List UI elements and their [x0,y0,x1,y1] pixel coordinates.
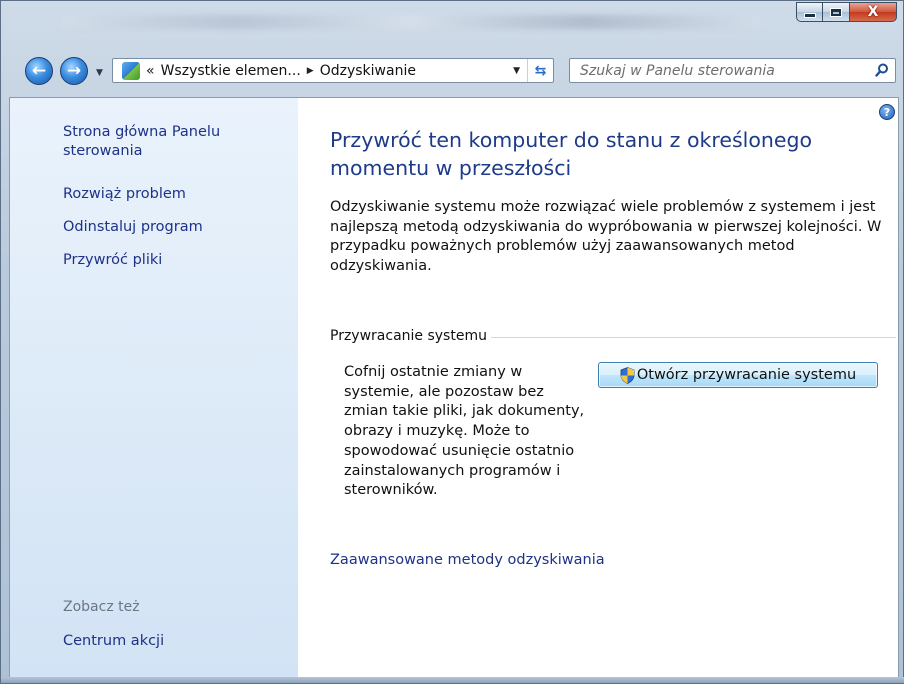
open-system-restore-label: Otwórz przywracanie systemu [636,367,857,383]
breadcrumb-recovery[interactable]: Odzyskiwanie [320,63,416,79]
see-also-label: Zobacz też [63,599,140,615]
caption-buttons: X [796,2,897,22]
minimize-button[interactable] [796,2,823,22]
help-icon[interactable]: ? [879,104,895,120]
page-title: Przywróć ten komputer do stanu z określo… [330,128,813,180]
window-frame: X ← → ▼ « Wszystkie elemen... ▶ Odzyskiw… [0,0,904,684]
group-divider [490,336,896,338]
refresh-button[interactable]: ⇆ [527,59,553,82]
sidebar: Strona główna Panelu sterowania Rozwiąż … [10,98,298,678]
system-restore-description: Cofnij ostatnie zmiany w systemie, ale p… [344,364,585,499]
search-input[interactable] [570,62,860,79]
title-bar[interactable]: X [1,1,904,45]
sidebar-home-link[interactable]: Strona główna Panelu sterowania [63,123,263,161]
address-dropdown-icon[interactable]: ▼ [513,66,520,76]
close-icon: X [867,4,879,20]
search-box[interactable] [569,58,896,83]
maximize-icon [830,7,842,17]
back-arrow-icon: ← [31,61,47,81]
breadcrumb-overflow[interactable]: « [146,63,155,79]
close-button[interactable]: X [850,2,897,22]
refresh-icon: ⇆ [534,62,547,79]
forward-button[interactable]: → [60,57,88,85]
group-title: Przywracanie systemu [330,328,487,344]
minimize-icon [803,13,816,18]
breadcrumb-all-items[interactable]: Wszystkie elemen... [161,63,301,79]
search-icon[interactable] [875,63,889,77]
maximize-button[interactable] [823,2,850,22]
uac-shield-icon [620,366,635,384]
forward-arrow-icon: → [66,61,82,81]
advanced-recovery-link[interactable]: Zaawansowane metody odzyskiwania [330,552,605,568]
system-restore-group-header: Przywracanie systemu [330,326,896,346]
navigation-bar: ← → ▼ « Wszystkie elemen... ▶ Odzyskiwan… [1,53,904,91]
control-panel-icon [122,61,140,80]
address-bar[interactable]: « Wszystkie elemen... ▶ Odzyskiwanie ▼ ⇆ [112,58,554,83]
sidebar-item-action-center[interactable]: Centrum akcji [63,632,164,651]
sidebar-item-troubleshoot[interactable]: Rozwiąż problem [63,185,186,204]
breadcrumb-arrow-icon[interactable]: ▶ [307,66,314,76]
window-bottom-edge [1,677,904,683]
sidebar-item-uninstall[interactable]: Odinstaluj program [63,218,203,237]
open-system-restore-button[interactable]: Otwórz przywracanie systemu [598,362,878,388]
sidebar-item-restore-files[interactable]: Przywróć pliki [63,251,162,270]
content-area: Strona główna Panelu sterowania Rozwiąż … [9,97,899,679]
back-button[interactable]: ← [25,57,53,85]
recent-pages-dropdown-icon[interactable]: ▼ [96,68,103,78]
title-bar-glass [61,15,761,29]
page-description: Odzyskiwanie systemu może rozwiązać wiel… [330,199,882,274]
